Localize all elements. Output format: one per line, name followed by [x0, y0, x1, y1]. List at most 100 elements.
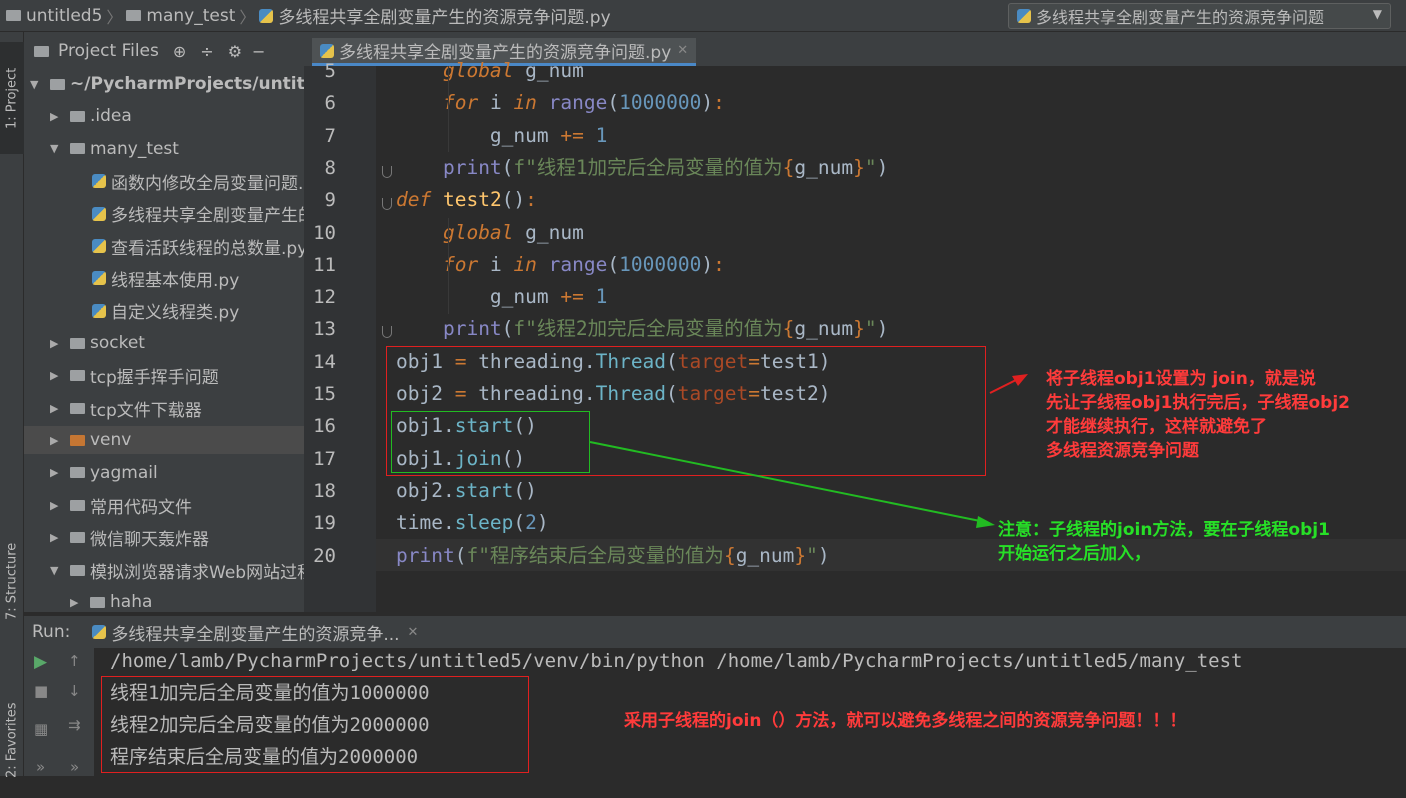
- code-line[interactable]: print(f"线程1加完后全局变量的值为{g_num}"): [396, 152, 888, 184]
- tree-item[interactable]: 函数内修改全局变量问题.py: [92, 167, 304, 195]
- tree-item[interactable]: ▼ ~/PycharmProjects/untitled5: [30, 70, 304, 98]
- line-number: 14: [313, 350, 336, 373]
- close-icon[interactable]: ✕: [677, 43, 688, 58]
- fold-marker-icon[interactable]: [382, 326, 392, 338]
- code-line[interactable]: global g_num: [396, 217, 584, 249]
- fold-marker-icon[interactable]: [382, 166, 392, 178]
- rerun-icon[interactable]: ▶: [34, 652, 47, 672]
- tree-item[interactable]: ▼ many_test: [50, 135, 179, 163]
- line-number: 7: [324, 124, 336, 147]
- folder-icon: [70, 564, 85, 576]
- tree-item-label: 查看活跃线程的总数量.py: [111, 238, 304, 259]
- code-line[interactable]: global g_num: [396, 55, 584, 87]
- tree-item[interactable]: ▼ 模拟浏览器请求Web网站过程: [50, 556, 304, 584]
- tree-item[interactable]: 自定义线程类.py: [92, 297, 239, 325]
- tree-item[interactable]: ▶ .idea: [50, 102, 132, 130]
- line-number: 15: [313, 383, 336, 405]
- tree-item-label: tcp文件下载器: [90, 400, 202, 421]
- code-line[interactable]: for i in range(1000000):: [396, 87, 725, 119]
- expand-arrow-icon[interactable]: ▼: [30, 78, 50, 91]
- hide-icon[interactable]: −: [252, 42, 265, 61]
- run-configuration-select[interactable]: 多线程共享全剧变量产生的资源竞争问题 ▼: [1008, 3, 1391, 29]
- folder-icon: [70, 499, 85, 511]
- tree-item[interactable]: ▶ yagmail: [50, 459, 158, 487]
- folder-icon: [70, 532, 85, 544]
- collapse-arrow-icon[interactable]: ▶: [50, 337, 70, 350]
- tree-item-label: 微信聊天轰炸器: [90, 530, 209, 551]
- tree-item[interactable]: ▶ venv: [24, 426, 304, 455]
- line-number: 12: [313, 286, 336, 309]
- tree-item[interactable]: ▶ tcp文件下载器: [50, 394, 202, 422]
- expand-arrow-icon[interactable]: ▼: [50, 142, 70, 155]
- code-line[interactable]: print(f"程序结束后全局变量的值为{g_num}"): [396, 540, 830, 572]
- line-number: 5: [324, 60, 336, 82]
- breadcrumb-folder[interactable]: many_test: [126, 6, 235, 26]
- collapse-arrow-icon[interactable]: ▶: [50, 110, 70, 123]
- code-line[interactable]: g_num += 1: [396, 120, 607, 152]
- folder-icon: [6, 10, 21, 21]
- collapse-arrow-icon[interactable]: ▶: [70, 596, 90, 609]
- line-number: 19: [313, 512, 336, 535]
- tree-item[interactable]: 线程基本使用.py: [92, 264, 239, 292]
- python-file-icon: [259, 8, 274, 23]
- folder-icon: [70, 143, 85, 155]
- gear-icon[interactable]: ⚙: [228, 42, 242, 61]
- annotation-green: 注意：子线程的join方法，要在子线程obj1 开始运行之后加入，: [998, 518, 1330, 566]
- stop-icon[interactable]: ■: [34, 682, 48, 700]
- close-icon[interactable]: ✕: [408, 625, 419, 640]
- tree-item-label: tcp握手挥手问题: [90, 368, 219, 389]
- locate-icon[interactable]: ⊕: [173, 42, 186, 61]
- indent-guide: [448, 66, 449, 152]
- expand-arrow-icon[interactable]: ▼: [50, 564, 70, 577]
- tree-item-label: 模拟浏览器请求Web网站过程: [90, 562, 304, 583]
- code-line[interactable]: print(f"线程2加完后全局变量的值为{g_num}"): [396, 313, 888, 345]
- folder-icon: [126, 10, 142, 21]
- soft-wrap-icon[interactable]: ⇉: [68, 716, 81, 734]
- tree-item-label: venv: [90, 430, 132, 451]
- more-icon[interactable]: »: [36, 758, 45, 776]
- code-line[interactable]: def test2():: [396, 184, 537, 216]
- tab-project[interactable]: 1: Project: [0, 42, 24, 154]
- code-line[interactable]: obj2.start(): [396, 475, 537, 507]
- tree-item[interactable]: 多线程共享全剧变量产生的资源竞争问题.py: [92, 200, 304, 228]
- breadcrumb-project[interactable]: untitled5: [6, 6, 102, 26]
- more-icon[interactable]: »: [70, 758, 79, 776]
- up-arrow-icon[interactable]: ↑: [68, 652, 81, 670]
- collapse-arrow-icon[interactable]: ▶: [50, 369, 70, 382]
- tab-structure[interactable]: 7: Structure: [0, 522, 24, 640]
- breadcrumb-project-label: untitled5: [26, 5, 103, 26]
- project-panel: Project Files ⊕ ÷ ⚙ − ▼ ~/PycharmProjects…: [24, 32, 322, 612]
- tab-favorites[interactable]: 2: Favorites: [0, 682, 24, 798]
- tree-item[interactable]: 查看活跃线程的总数量.py: [92, 232, 304, 260]
- breadcrumb-file-label: 多线程共享全剧变量产生的资源竞争问题.py: [278, 8, 611, 28]
- folder-icon: [90, 596, 105, 608]
- code-line[interactable]: time.sleep(2): [396, 507, 549, 539]
- collapse-arrow-icon[interactable]: ▶: [50, 499, 70, 512]
- layout-icon[interactable]: ▦: [34, 720, 48, 738]
- breadcrumb-file[interactable]: 多线程共享全剧变量产生的资源竞争问题.py: [259, 3, 611, 28]
- tree-item[interactable]: ▶ 微信聊天轰炸器: [50, 524, 209, 552]
- line-number: 17: [313, 447, 336, 470]
- collapse-arrow-icon[interactable]: ▶: [50, 434, 70, 447]
- dropdown-arrow-icon: ▼: [1372, 7, 1382, 21]
- project-view-selector[interactable]: Project Files: [58, 41, 159, 61]
- collapse-arrow-icon[interactable]: ▶: [50, 531, 70, 544]
- python-file-icon: [1017, 9, 1031, 23]
- tree-item-label: .idea: [90, 106, 132, 127]
- tree-item[interactable]: ▶ 常用代码文件: [50, 491, 192, 519]
- run-tab[interactable]: 多线程共享全剧变量产生的资源竞争...: [111, 620, 399, 645]
- tree-item[interactable]: ▶ tcp握手挥手问题: [50, 362, 219, 390]
- fold-marker-icon[interactable]: [382, 198, 392, 210]
- collapse-arrow-icon[interactable]: ▶: [50, 466, 70, 479]
- code-line[interactable]: g_num += 1: [396, 281, 607, 313]
- collapse-arrow-icon[interactable]: ▶: [50, 402, 70, 415]
- tree-item-label: ~/PycharmProjects/untitled5: [70, 74, 304, 94]
- tree-item[interactable]: ▶ socket: [50, 329, 145, 357]
- line-number: 8: [324, 156, 336, 179]
- tab-structure-label: 7: Structure: [4, 542, 20, 620]
- code-line[interactable]: for i in range(1000000):: [396, 249, 725, 281]
- tree-item[interactable]: ▶ haha: [70, 588, 152, 612]
- collapse-all-icon[interactable]: ÷: [200, 42, 213, 61]
- line-number: 13: [313, 318, 336, 341]
- down-arrow-icon[interactable]: ↓: [68, 682, 81, 700]
